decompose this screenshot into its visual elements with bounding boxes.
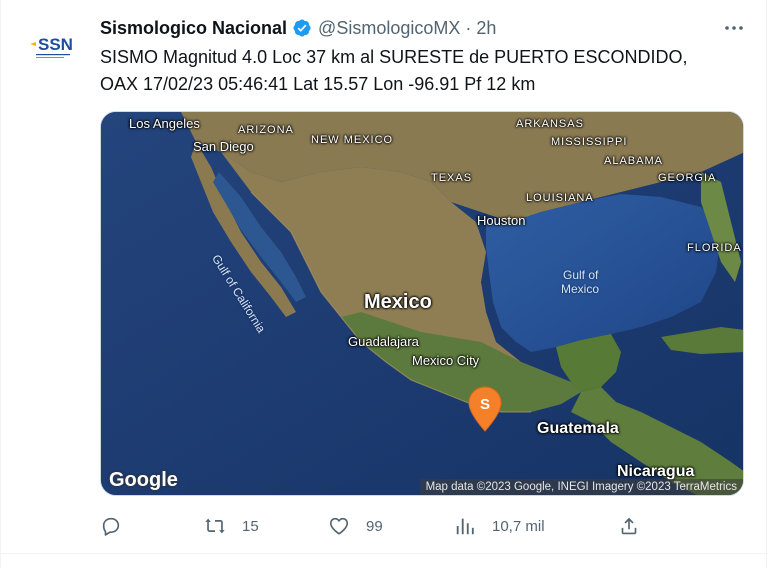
frame-border-left <box>0 0 1 568</box>
share-icon <box>621 517 637 535</box>
map-label-texas: TEXAS <box>431 172 473 184</box>
display-name[interactable]: Sismologico Nacional <box>100 18 287 39</box>
retweet-button[interactable]: 15 <box>204 512 259 540</box>
user-handle[interactable]: @SismologicoMX <box>318 18 460 39</box>
share-button[interactable] <box>618 512 640 540</box>
map-label-los-angeles: Los Angeles <box>129 116 200 131</box>
map-label-florida: FLORIDA <box>687 242 742 254</box>
verified-badge-icon <box>293 19 311 37</box>
map-label-arkansas: ARKANSAS <box>516 118 584 130</box>
like-count: 99 <box>366 517 383 535</box>
avatar[interactable]: SSN <box>22 14 82 74</box>
heart-icon <box>329 517 349 535</box>
views-button[interactable]: 10,7 mil <box>454 512 545 540</box>
frame-border-right <box>766 0 767 568</box>
retweet-icon <box>205 518 225 534</box>
map-label-gulf-of-mexico-line2: Mexico <box>561 282 600 296</box>
map-label-houston: Houston <box>477 213 526 228</box>
tweet-actions: 15 99 10,7 mil <box>100 512 660 540</box>
map-label-san-diego: San Diego <box>193 139 254 154</box>
map-label-georgia: GEORGIA <box>658 172 717 184</box>
avatar-logo-text: SSN <box>38 35 73 54</box>
google-logo: Google <box>109 469 178 491</box>
map-label-arizona: ARIZONA <box>238 124 294 136</box>
like-button[interactable]: 99 <box>328 512 383 540</box>
location-pin-icon[interactable]: S <box>468 386 502 432</box>
frame-border-bottom <box>0 553 768 554</box>
separator-dot: · <box>465 17 472 38</box>
map-label-guatemala: Guatemala <box>537 420 619 437</box>
reply-icon <box>102 517 120 536</box>
pin-letter: S <box>480 396 490 413</box>
map-label-alabama: ALABAMA <box>604 155 663 167</box>
map-label-guadalajara: Guadalajara <box>348 334 419 349</box>
map-label-new-mexico: NEW MEXICO <box>311 134 394 146</box>
tweet-header: Sismologico Nacional @SismologicoMX · 2h <box>100 16 496 40</box>
views-count: 10,7 mil <box>492 517 545 535</box>
map-label-mississippi: MISSISSIPPI <box>551 136 628 148</box>
map-label-mexico-city: Mexico City <box>412 353 480 368</box>
reply-button[interactable] <box>100 512 138 540</box>
retweet-count: 15 <box>242 517 259 535</box>
timestamp[interactable]: 2h <box>476 18 496 39</box>
map-label-louisiana: LOUISIANA <box>526 192 594 204</box>
map-label-gulf-of-mexico-line1: Gulf of <box>563 268 599 282</box>
tweet-text: SISMO Magnitud 4.0 Loc 37 km al SURESTE … <box>100 47 688 94</box>
more-options-icon[interactable] <box>722 16 746 40</box>
views-bar-chart-icon <box>456 518 474 535</box>
map-label-mexico: Mexico <box>364 291 432 313</box>
map-image[interactable]: Los Angeles San Diego ARIZONA NEW MEXICO… <box>100 111 744 496</box>
map-attribution[interactable]: Map data ©2023 Google, INEGI Imagery ©20… <box>419 479 743 495</box>
